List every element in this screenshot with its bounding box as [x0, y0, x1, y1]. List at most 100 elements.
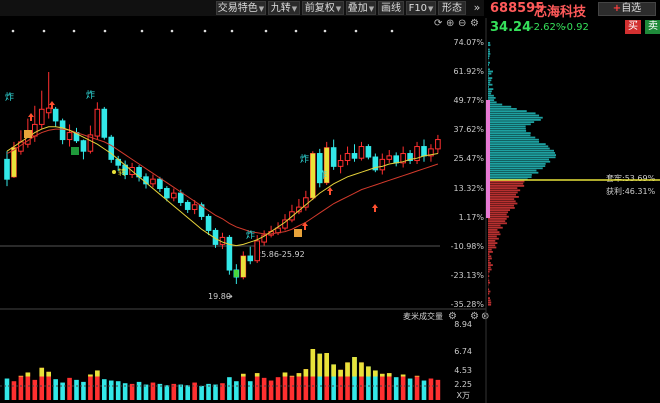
chip-bar	[488, 236, 497, 238]
volume-bar-high	[304, 369, 309, 376]
volume-bar	[199, 386, 204, 400]
chip-bar	[488, 62, 490, 64]
chip-bar	[488, 225, 501, 227]
chip-bar	[488, 128, 526, 130]
candle-body	[178, 193, 183, 202]
dot-marker	[141, 30, 144, 33]
chip-bar	[488, 44, 490, 46]
dot-marker	[324, 30, 327, 33]
volume-bar	[109, 381, 114, 400]
turn-dot	[112, 170, 116, 174]
candle-body	[380, 159, 385, 169]
volume-bar	[5, 379, 10, 400]
chip-bar	[488, 104, 502, 106]
volume-bar	[151, 383, 156, 400]
volume-bar	[12, 381, 17, 400]
chip-bar	[488, 88, 493, 90]
house-icon	[294, 229, 302, 237]
chip-bar	[488, 84, 492, 86]
chip-bar	[488, 86, 489, 88]
volume-bar	[297, 373, 302, 400]
chip-bar	[488, 121, 534, 123]
chip-bar	[488, 150, 554, 152]
chip-bar	[488, 174, 532, 176]
chip-bar	[488, 55, 490, 57]
chip-bar	[488, 156, 556, 158]
volume-bar	[33, 380, 38, 400]
chip-bar	[488, 253, 489, 255]
chip-bar	[488, 269, 492, 271]
volume-bar-high	[88, 374, 93, 376]
chip-bar	[488, 95, 494, 97]
volume-bar	[290, 376, 295, 400]
chip-bar	[488, 108, 517, 110]
volume-bar	[88, 374, 93, 400]
volume-bar	[144, 385, 149, 400]
kline-chart[interactable]: 炸炸炸炸炸转	[0, 0, 660, 403]
chip-bar	[488, 187, 517, 189]
chip-bar	[488, 163, 546, 165]
candle-body	[422, 147, 427, 156]
signal-candle	[12, 148, 17, 177]
chip-bar	[488, 299, 491, 301]
dot-marker	[391, 30, 394, 33]
chip-bar	[488, 115, 539, 117]
volume-bar	[81, 382, 86, 400]
volume-bar	[380, 374, 385, 400]
volume-bar	[262, 378, 267, 400]
volume-bar-high	[324, 353, 329, 376]
volume-bar-high	[415, 376, 420, 377]
chip-bar	[488, 203, 517, 205]
volume-bar	[116, 381, 121, 400]
candle-body	[366, 147, 371, 157]
chip-bar	[488, 211, 508, 213]
volume-bar-high	[290, 376, 295, 377]
volume-bar	[269, 381, 274, 400]
dot-marker	[355, 30, 358, 33]
bomb-marker: 炸	[318, 169, 327, 181]
chip-bar	[488, 143, 546, 145]
candle-body	[359, 147, 364, 159]
candle-body	[172, 193, 177, 198]
chip-bar	[488, 132, 531, 134]
chip-bar	[488, 51, 490, 53]
ma-red-line	[7, 129, 438, 234]
candle-body	[192, 205, 197, 210]
candle-body	[227, 237, 232, 270]
volume-bar	[234, 381, 239, 400]
candle-body	[185, 202, 190, 209]
chip-bar	[488, 262, 491, 264]
dot-marker	[204, 30, 207, 33]
candle-body	[39, 109, 44, 124]
volume-bar	[276, 377, 281, 400]
volume-bar	[415, 376, 420, 400]
chip-range-bar	[486, 100, 490, 218]
volume-bar-high	[311, 349, 316, 377]
candle-body	[53, 109, 58, 121]
candle-body	[95, 109, 100, 136]
chip-bar	[488, 181, 524, 183]
chip-bar	[488, 185, 524, 187]
chip-bar	[488, 165, 545, 167]
house-icon	[24, 130, 32, 138]
chip-bar	[488, 42, 490, 44]
chip-bar	[488, 297, 490, 299]
volume-bar-high	[331, 364, 336, 376]
candle-body	[5, 159, 10, 179]
volume-bar-high	[338, 370, 343, 377]
up-arrow-icon	[28, 113, 34, 121]
volume-bar-high	[95, 370, 100, 376]
volume-bar-high	[345, 362, 350, 376]
volume-bar	[74, 380, 79, 400]
chip-bar	[488, 231, 499, 233]
volume-bar-high	[352, 357, 357, 376]
volume-bar-high	[401, 374, 406, 376]
chip-bar	[488, 200, 516, 202]
chip-bar	[488, 77, 492, 79]
chip-bar	[488, 141, 539, 143]
chip-bar	[488, 222, 507, 224]
volume-bar-high	[283, 372, 288, 376]
volume-bar	[213, 385, 218, 400]
volume-bar-high	[366, 366, 371, 376]
volume-bar	[137, 382, 142, 400]
